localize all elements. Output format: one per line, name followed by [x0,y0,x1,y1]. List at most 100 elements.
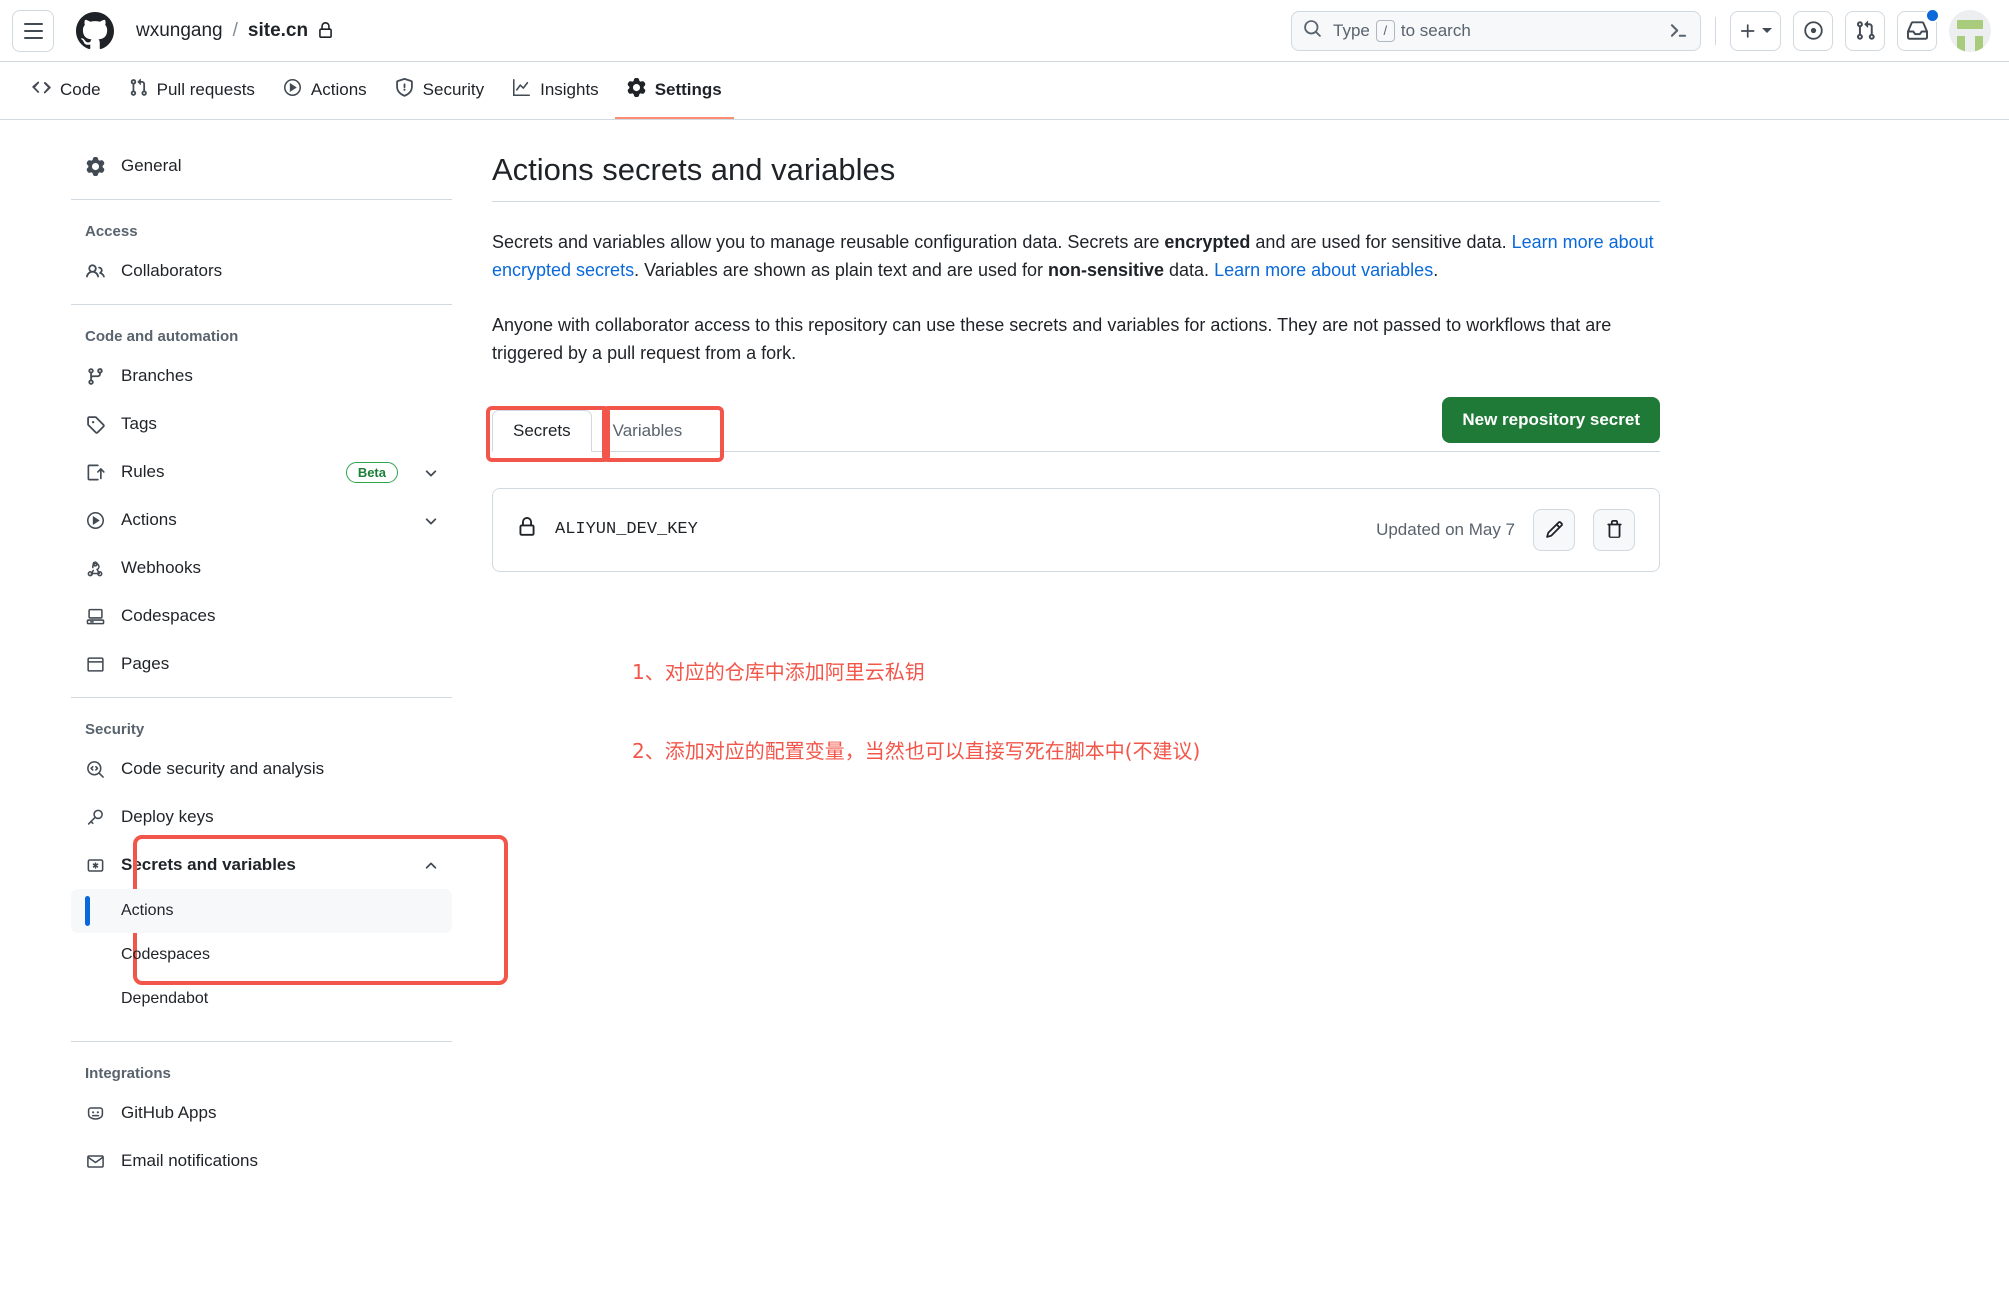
sidebar-item-branches[interactable]: Branches [71,352,452,400]
asterisk-key-icon [85,856,105,875]
settings-sidebar: General Access Collaborators Code and au… [0,142,508,1302]
github-apps-icon [85,1104,105,1123]
search-placeholder-suffix: to search [1400,20,1471,40]
sidebar-item-tags[interactable]: Tags [71,400,452,448]
sidebar-item-secrets-and-variables-label: Secrets and variables [121,855,296,874]
sidebar-item-actions-label: Actions [121,510,177,529]
sidebar-item-codespaces[interactable]: Codespaces [71,592,452,640]
sidebar-subitem-dependabot-label: Dependabot [121,990,209,1007]
terminal-icon[interactable] [1668,20,1689,41]
sidebar-divider [71,1041,452,1042]
notification-badge [1925,7,1940,23]
graph-icon [512,78,531,102]
sidebar-item-deploy-keys[interactable]: Deploy keys [71,793,452,841]
play-icon [283,78,302,102]
sidebar-item-rules-label: Rules [121,462,165,481]
hamburger-bar [23,22,43,25]
tab-pull-requests[interactable]: Pull requests [117,62,267,119]
sidebar-subitem-codespaces[interactable]: Codespaces [71,933,452,977]
sidebar-item-webhooks[interactable]: Webhooks [71,544,452,592]
sidebar-item-secrets-and-variables[interactable]: Secrets and variables [71,841,452,889]
page-title: Actions secrets and variables [492,152,1660,202]
annotations: 1、对应的仓库中添加阿里云私钥 2、添加对应的配置变量，当然也可以直接写死在脚本… [492,656,1660,764]
hamburger-bar [23,29,43,32]
sidebar-item-general[interactable]: General [71,142,452,190]
sidebar-subitem-dependabot[interactable]: Dependabot [71,977,452,1021]
desc-part-2: and are used for sensitive data. [1250,232,1512,252]
sidebar-item-general-label: General [121,156,182,175]
description-paragraph-1: Secrets and variables allow you to manag… [492,228,1660,285]
tab-insights[interactable]: Insights [500,62,611,119]
pull-requests-button[interactable] [1845,10,1885,51]
desc-bold-encrypted: encrypted [1164,232,1251,252]
sidebar-heading-integrations: Integrations [85,1065,171,1082]
sidebar-item-email-notifications[interactable]: Email notifications [71,1137,452,1185]
chevron-down-icon [1762,28,1772,33]
tab-pull-requests-label: Pull requests [156,79,255,99]
tab-security[interactable]: Security [383,62,496,119]
sidebar-item-email-notifications-label: Email notifications [121,1151,259,1170]
lock-icon [317,22,334,39]
code-scan-icon [85,760,105,779]
chevron-down-icon[interactable] [424,513,438,527]
sidebar-divider [71,304,452,305]
search-icon [1303,19,1322,43]
sidebar-item-codespaces-label: Codespaces [121,606,216,625]
breadcrumb-repo[interactable]: site.cn [248,20,308,42]
issues-button[interactable] [1793,10,1833,51]
delete-secret-button[interactable] [1593,508,1635,551]
search-input[interactable]: Type / to search [1291,10,1701,51]
main-content: Actions secrets and variables Secrets an… [470,142,1730,1302]
sidebar-subitem-actions[interactable]: Actions [71,889,452,933]
webhook-icon [85,559,105,578]
notifications-inbox-button[interactable] [1897,7,1940,51]
tab-code[interactable]: Code [20,62,113,119]
key-icon [85,808,105,827]
tab-actions[interactable]: Actions [271,62,379,119]
play-icon [85,511,105,530]
annotation-1: 1、对应的仓库中添加阿里云私钥 [632,659,925,684]
gear-icon [85,156,105,176]
breadcrumb-separator: / [232,19,238,41]
sidebar-item-actions[interactable]: Actions [71,496,452,544]
create-new-button[interactable] [1730,10,1781,51]
chevron-down-icon[interactable] [424,465,438,479]
github-logo-icon[interactable] [76,11,114,50]
people-icon [85,262,105,281]
sidebar-divider [71,697,452,698]
tab-variables[interactable]: Variables [592,410,704,452]
secrets-variables-tabs: Secrets Variables New repository secret [486,396,1660,462]
sidebar-item-tags-label: Tags [121,414,157,433]
sidebar-item-webhooks-label: Webhooks [121,558,202,577]
sidebar-subitem-actions-label: Actions [121,902,174,919]
page-body: General Access Collaborators Code and au… [0,120,2009,1302]
hamburger-icon[interactable] [12,9,54,52]
sidebar-heading-access: Access [85,223,138,240]
sidebar-heading-code-automation: Code and automation [85,328,239,345]
sidebar-item-code-security-and-analysis[interactable]: Code security and analysis [71,745,452,793]
sidebar-heading-security: Security [85,721,145,738]
header-actions: Type / to search [1291,7,1991,52]
sidebar-item-collaborators[interactable]: Collaborators [71,247,452,295]
shield-icon [395,77,414,102]
desc-part-1: Secrets and variables allow you to manag… [492,232,1165,252]
sidebar-item-deploy-keys-label: Deploy keys [121,807,214,826]
breadcrumb-owner[interactable]: wxungang [136,20,223,42]
tab-settings[interactable]: Settings [614,62,734,119]
secret-updated-timestamp: Updated on May 7 [1376,519,1515,539]
breadcrumb: wxungang / site.cn [136,20,334,42]
sidebar-item-pages[interactable]: Pages [71,640,452,688]
sidebar-item-github-apps[interactable]: GitHub Apps [71,1089,452,1137]
tag-icon [85,415,105,434]
edit-secret-button[interactable] [1533,508,1575,551]
chevron-up-icon[interactable] [424,858,438,872]
tab-secrets[interactable]: Secrets [492,409,592,452]
code-icon [32,78,51,102]
avatar[interactable] [1949,9,1991,52]
sidebar-item-rules[interactable]: Rules Beta [71,448,452,496]
search-placeholder: Type / to search [1333,19,1471,42]
learn-more-variables-link[interactable]: Learn more about variables [1214,260,1433,280]
sidebar-item-collaborators-label: Collaborators [121,261,223,280]
new-repository-secret-button[interactable]: New repository secret [1442,396,1660,443]
header-divider [1715,16,1716,45]
